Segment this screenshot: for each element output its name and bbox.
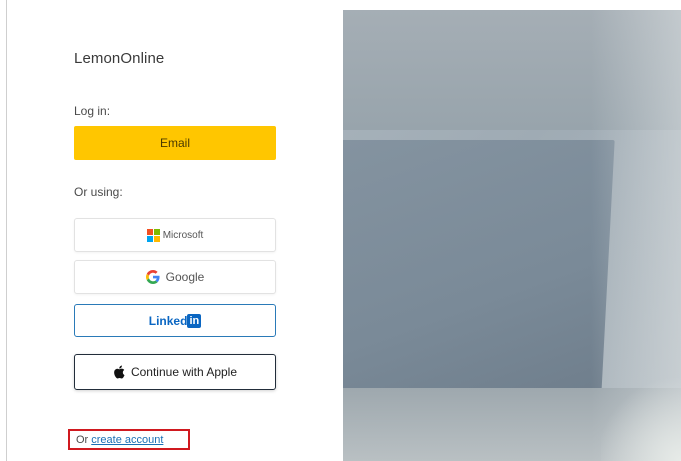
microsoft-button-label: Microsoft <box>162 229 204 241</box>
email-login-button[interactable]: Email <box>74 126 276 160</box>
login-label: Log in: <box>74 104 111 118</box>
google-button-label: Google <box>165 270 205 284</box>
microsoft-login-button[interactable]: Microsoft <box>74 218 276 252</box>
login-panel: LemonOnline Log in: Email Or using: Micr… <box>7 0 343 461</box>
background-image <box>343 10 681 461</box>
apple-logo-icon <box>114 365 125 379</box>
or-using-label: Or using: <box>74 185 123 199</box>
apple-login-button[interactable]: Continue with Apple <box>74 354 276 390</box>
create-account-row: Or create account <box>68 429 190 450</box>
brand-name: LemonOnline <box>74 50 165 67</box>
linkedin-logo-icon: Linked in <box>148 313 202 328</box>
create-account-prefix: Or <box>76 433 89 446</box>
linkedin-login-button[interactable]: Linked in <box>74 304 276 337</box>
login-page: LemonOnline Log in: Email Or using: Micr… <box>0 0 681 461</box>
create-account-link[interactable]: create account <box>91 434 163 446</box>
google-g-icon <box>145 270 160 284</box>
linkedin-logo-box: in <box>187 313 202 328</box>
linkedin-logo-text: Linked <box>148 313 188 328</box>
apple-button-label: Continue with Apple <box>130 365 238 379</box>
google-login-button[interactable]: Google <box>74 260 276 294</box>
microsoft-logo-icon <box>146 228 160 242</box>
email-button-label: Email <box>159 136 190 150</box>
